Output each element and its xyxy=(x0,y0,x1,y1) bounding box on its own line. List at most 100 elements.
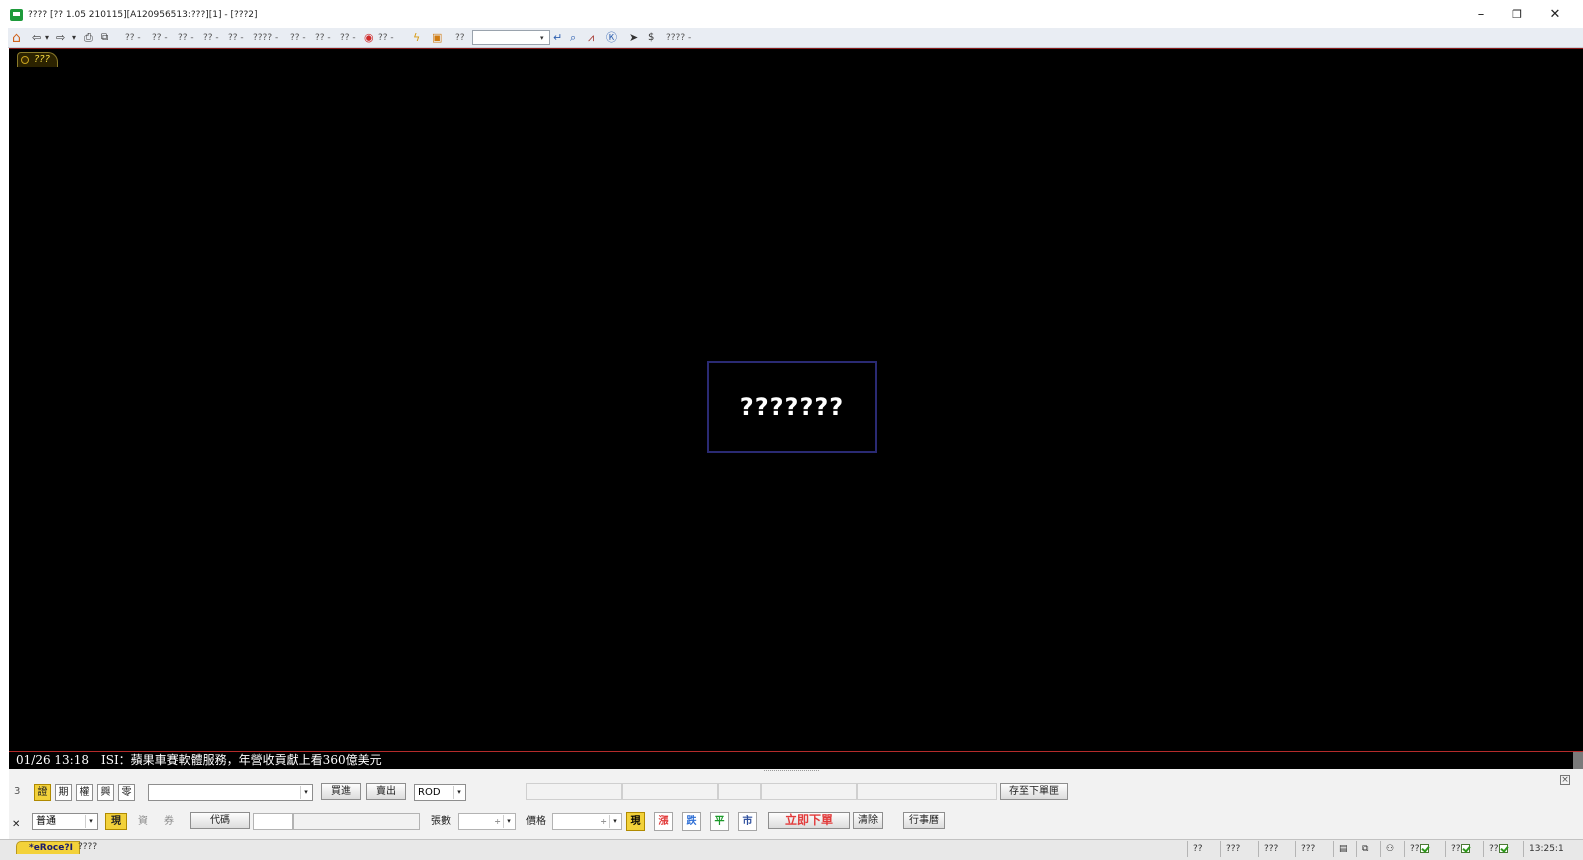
restore-button[interactable]: ❐ xyxy=(1502,5,1532,25)
price-limit-down-button[interactable]: 跌 xyxy=(682,812,701,831)
stepper-arrows-icon[interactable]: ÷ xyxy=(600,814,607,829)
symbol-combo[interactable] xyxy=(472,30,550,45)
title-bar: ???? [?? 1.05 210115][A120956513:???][1]… xyxy=(0,0,1583,28)
chevron-down-icon[interactable]: ▾ xyxy=(85,815,96,828)
chevron-down-icon[interactable]: ▾ xyxy=(453,786,464,799)
ticker-scroll-handle[interactable] xyxy=(1573,752,1583,770)
enter-icon[interactable]: ↵ xyxy=(553,28,562,48)
status-tab[interactable]: ???? xyxy=(78,841,97,854)
sell-button[interactable]: 賣出 xyxy=(366,783,406,800)
status-cell-4: ??? xyxy=(1295,841,1315,857)
price-limit-up-button[interactable]: 漲 xyxy=(654,812,673,831)
window-layout-icon[interactable]: ⧉ xyxy=(1356,841,1368,857)
order-mode-select[interactable]: 普通 ▾ xyxy=(32,813,98,830)
toolbar-menu-9[interactable]: ?? - xyxy=(340,28,356,48)
toolbar-label: ?? xyxy=(455,33,465,43)
chart-icon[interactable]: ⩘ xyxy=(588,28,594,48)
window-icon[interactable]: ▣ xyxy=(432,28,442,48)
toolbar-menu-7[interactable]: ?? - xyxy=(290,28,306,48)
chip-short[interactable]: 券 xyxy=(164,813,174,830)
status-bar: *eRoce?I ???? ?? ??? ??? ??? ▤ ⧉ ⚇ ?? ??… xyxy=(0,839,1583,860)
minimize-button[interactable]: – xyxy=(1466,5,1496,25)
toolbar-menu-2[interactable]: ?? - xyxy=(152,28,168,48)
tif-select-value: ROD xyxy=(418,787,441,798)
dropdown-marker-icon[interactable]: ▾ xyxy=(72,28,76,48)
ticker-text: 01/26 13:18 ISI：蘋果車賽軟體服務，年營收貢獻上看360億美元 xyxy=(16,753,382,767)
chevron-down-icon[interactable]: ▾ xyxy=(300,786,311,799)
toolbar-menu-8[interactable]: ?? - xyxy=(315,28,331,48)
collapse-panel-icon[interactable]: × xyxy=(1560,775,1570,785)
chip-options[interactable]: 權 xyxy=(76,784,93,801)
search-icon[interactable]: ⌕ xyxy=(570,28,576,48)
cursor-icon[interactable]: ➤ xyxy=(629,28,638,48)
price-stepper[interactable]: ÷ ▾ xyxy=(552,813,622,830)
tif-select[interactable]: ROD ▾ xyxy=(414,784,466,801)
toolbar-menu-5[interactable]: ?? - xyxy=(228,28,244,48)
home-icon[interactable]: ⌂ xyxy=(12,28,21,48)
info-cell xyxy=(857,783,997,800)
status-tab-active[interactable]: *eRoce?I xyxy=(16,841,80,854)
forward-icon[interactable]: ⇨ xyxy=(56,28,65,48)
price-market-button[interactable]: 市 xyxy=(738,812,757,831)
toolbar-menu-3[interactable]: ?? - xyxy=(178,28,194,48)
stock-name-display xyxy=(293,813,420,830)
chip-margin[interactable]: 資 xyxy=(138,813,148,830)
chevron-down-icon[interactable]: ▾ xyxy=(540,28,544,48)
save-to-basket-button[interactable]: 存至下單匣 xyxy=(1000,783,1068,800)
status-check-label: ?? xyxy=(1489,844,1499,854)
clear-button[interactable]: 清除 xyxy=(853,812,883,829)
print-icon[interactable]: ⎙ xyxy=(84,28,93,48)
alert-icon[interactable]: ◉ xyxy=(364,28,374,48)
price-current-button[interactable]: 現 xyxy=(626,812,645,831)
workspace-tab-label: ??? xyxy=(34,54,50,65)
lock-icon[interactable]: ⚇ xyxy=(1380,841,1394,857)
price-flat-button[interactable]: 平 xyxy=(710,812,729,831)
k-line-icon[interactable]: Ⓚ xyxy=(606,28,617,48)
calendar-button[interactable]: 行事曆 xyxy=(903,812,945,829)
window-title: ???? [?? 1.05 210115][A120956513:???][1]… xyxy=(28,10,258,20)
info-cell xyxy=(622,783,718,800)
status-cell-3: ??? xyxy=(1258,841,1278,857)
status-check-1: ?? xyxy=(1404,841,1429,857)
chip-securities[interactable]: 證 xyxy=(34,784,51,801)
buy-button[interactable]: 買進 xyxy=(321,783,361,800)
dropdown-marker-icon[interactable]: ▾ xyxy=(45,28,49,48)
submit-order-button[interactable]: 立即下單 xyxy=(768,812,850,829)
status-cell-2: ??? xyxy=(1220,841,1240,857)
status-cell-1: ?? xyxy=(1187,841,1203,857)
loading-dialog: ??????? xyxy=(707,361,877,453)
chip-cash[interactable]: 現 xyxy=(105,813,127,830)
chip-emerging[interactable]: 興 xyxy=(97,784,114,801)
panel-splitter-grip[interactable] xyxy=(764,770,819,773)
code-button[interactable]: 代碼 xyxy=(190,812,250,829)
news-ticker: 01/26 13:18 ISI：蘋果車賽軟體服務，年營收貢獻上看360億美元 xyxy=(9,751,1583,770)
calendar-icon[interactable]: ▤ xyxy=(1333,841,1348,857)
toolbar-menu-6[interactable]: ???? - xyxy=(253,28,278,48)
workspace-tab[interactable]: ??? xyxy=(17,52,58,67)
stock-code-input[interactable] xyxy=(253,813,293,830)
back-icon[interactable]: ⇦ xyxy=(32,28,41,48)
toolbar-menu-4[interactable]: ?? - xyxy=(203,28,219,48)
quantity-stepper[interactable]: ÷ ▾ xyxy=(458,813,516,830)
close-order-row-icon[interactable]: ✕ xyxy=(12,819,20,831)
chevron-down-icon[interactable]: ▾ xyxy=(609,815,620,828)
price-label: 價格 xyxy=(526,816,546,827)
status-check-label: ?? xyxy=(1451,844,1461,854)
status-check-2: ?? xyxy=(1445,841,1470,857)
toolbar-menu-10[interactable]: ?? - xyxy=(378,28,394,48)
stepper-arrows-icon[interactable]: ÷ xyxy=(494,814,501,829)
main-workspace: ??? ??????? xyxy=(9,48,1583,751)
toolbar-menu-1[interactable]: ?? - xyxy=(125,28,141,48)
chevron-down-icon[interactable]: ▾ xyxy=(503,815,514,828)
account-select[interactable]: ▾ xyxy=(148,784,313,801)
check-icon xyxy=(1419,844,1429,853)
toolbar-menu-last[interactable]: ???? - xyxy=(666,28,691,48)
close-button[interactable]: ✕ xyxy=(1540,5,1570,25)
lightning-icon[interactable]: ϟ xyxy=(413,28,420,48)
dollar-icon[interactable]: $ xyxy=(648,28,654,48)
status-check-3: ?? xyxy=(1483,841,1508,857)
export-icon[interactable]: ⧉ xyxy=(101,28,108,48)
chip-futures[interactable]: 期 xyxy=(55,784,72,801)
order-mode-value: 普通 xyxy=(36,816,56,827)
chip-odd-lot[interactable]: 零 xyxy=(118,784,135,801)
